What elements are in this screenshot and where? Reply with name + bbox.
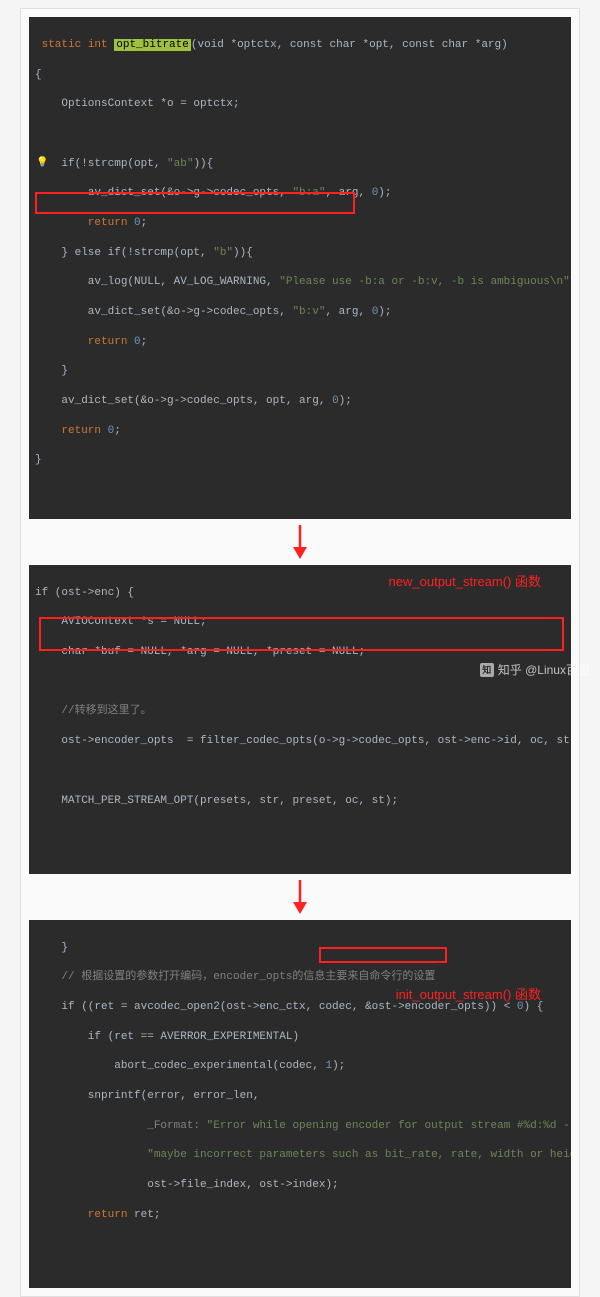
code-line: return ret; bbox=[35, 1208, 563, 1223]
code-line: if ((ret = avcodec_open2(ost->enc_ctx, c… bbox=[35, 1000, 563, 1015]
code: _Format: bbox=[35, 1120, 207, 1132]
string: "Please use -b:a or -b:v, -b is ambiguou… bbox=[279, 276, 569, 288]
string: "b:v" bbox=[292, 306, 325, 318]
params: (void *optctx, const char *opt, const ch… bbox=[191, 39, 508, 51]
string: "b" bbox=[213, 247, 233, 259]
number: 0 bbox=[517, 1001, 524, 1013]
code: if(!strcmp(opt, bbox=[35, 158, 167, 170]
code: av_dict_set(&o->g->codec_opts, bbox=[35, 306, 292, 318]
code-block-3: } // 根据设置的参数打开编码，encoder_opts的信息主要来自命令行的… bbox=[29, 920, 571, 1288]
code: av_log(NULL, AV_LOG_WARNING, bbox=[35, 276, 279, 288]
code-line: AVIOContext *s = NULL; bbox=[35, 615, 563, 630]
keyword: static bbox=[42, 39, 82, 51]
code-line: } bbox=[35, 364, 563, 379]
watermark-text: 知乎 @Linux百里 bbox=[498, 661, 590, 678]
number: 1 bbox=[325, 1060, 332, 1072]
code: av_dict_set(&o->g->codec_opts, opt, arg, bbox=[35, 395, 332, 407]
code-line: char *buf = NULL, *arg = NULL, *preset =… bbox=[35, 645, 563, 660]
code: if ((ret = avcodec_open2(ost->enc_ctx, c… bbox=[35, 1001, 365, 1013]
code: , arg, bbox=[325, 187, 371, 199]
code: ; bbox=[154, 1209, 161, 1221]
code-line: _Format: "Error while opening encoder fo… bbox=[35, 1119, 563, 1134]
code-line: { bbox=[35, 68, 563, 83]
code-line: snprintf(error, error_len, bbox=[35, 1089, 563, 1104]
arrow-down-icon bbox=[290, 880, 310, 914]
bulb-icon: 💡 bbox=[36, 157, 48, 171]
code-line: ost->encoder_opts = filter_codec_opts(o-… bbox=[35, 734, 563, 749]
code: ) { bbox=[524, 1001, 544, 1013]
code-line: return 0; bbox=[35, 216, 563, 231]
code-line: return 0; bbox=[35, 424, 563, 439]
code: ; bbox=[141, 336, 148, 348]
code: )) < bbox=[484, 1001, 517, 1013]
keyword: return bbox=[35, 217, 134, 229]
code-line-comment: // 根据设置的参数打开编码，encoder_opts的信息主要来自命令行的设置 bbox=[35, 970, 563, 985]
keyword: return bbox=[35, 1209, 134, 1221]
code: ); bbox=[378, 187, 391, 199]
code: ; bbox=[114, 425, 121, 437]
code-line: "maybe incorrect parameters such as bit_… bbox=[35, 1148, 563, 1163]
code-line: abort_codec_experimental(codec, 1); bbox=[35, 1059, 563, 1074]
code-line: av_log(NULL, AV_LOG_WARNING, "Please use… bbox=[35, 275, 563, 290]
code: av_dict_set(&o->g->codec_opts, bbox=[35, 187, 292, 199]
code-line: return 0; bbox=[35, 335, 563, 350]
code: ); bbox=[332, 1060, 345, 1072]
string: "Error while opening encoder for output … bbox=[207, 1120, 571, 1132]
code: )){ bbox=[193, 158, 213, 170]
code-block-1: static int opt_bitrate(void *optctx, con… bbox=[29, 17, 571, 519]
keyword: return bbox=[35, 425, 108, 437]
code: ); bbox=[339, 395, 352, 407]
code: )){ bbox=[233, 247, 253, 259]
code-line: if (ret == AVERROR_EXPERIMENTAL) bbox=[35, 1030, 563, 1045]
code-line: } else if(!strcmp(opt, "b")){ bbox=[35, 246, 563, 261]
string: "ab" bbox=[167, 158, 193, 170]
code-line: } bbox=[35, 453, 563, 468]
code: abort_codec_experimental(codec, bbox=[35, 1060, 325, 1072]
code: ; bbox=[141, 217, 148, 229]
code-line bbox=[35, 127, 563, 142]
watermark: 知 知乎 @Linux百里 bbox=[480, 661, 590, 678]
code: ret bbox=[134, 1209, 154, 1221]
code-line: av_dict_set(&o->g->codec_opts, "b:v", ar… bbox=[35, 305, 563, 320]
function-name-highlight: opt_bitrate bbox=[114, 39, 191, 51]
arrow-down-icon bbox=[290, 525, 310, 559]
code-line: OptionsContext *o = optctx; bbox=[35, 97, 563, 112]
code: ); bbox=[378, 306, 391, 318]
code-line-comment: //转移到这里了。 bbox=[35, 704, 563, 719]
diagram-frame: static int opt_bitrate(void *optctx, con… bbox=[20, 8, 580, 1297]
number: 0 bbox=[332, 395, 339, 407]
code-line: MATCH_PER_STREAM_OPT(presets, str, prese… bbox=[35, 794, 563, 809]
code: &ost->encoder_opts bbox=[365, 1001, 484, 1013]
code-line: } bbox=[35, 941, 563, 956]
number: 0 bbox=[134, 336, 141, 348]
type: int bbox=[88, 39, 108, 51]
code-line: static int opt_bitrate(void *optctx, con… bbox=[35, 38, 563, 53]
code-line: ost->file_index, ost->index); bbox=[35, 1178, 563, 1193]
code-line: 💡 if(!strcmp(opt, "ab")){ bbox=[35, 157, 563, 172]
number: 0 bbox=[134, 217, 141, 229]
zhihu-icon: 知 bbox=[480, 663, 494, 677]
code-line: av_dict_set(&o->g->codec_opts, "b:a", ar… bbox=[35, 186, 563, 201]
code-line: if (ost->enc) { bbox=[35, 586, 563, 601]
code-block-2: if (ost->enc) { AVIOContext *s = NULL; c… bbox=[29, 565, 571, 874]
keyword: return bbox=[35, 336, 134, 348]
code: ); bbox=[570, 276, 571, 288]
code: , arg, bbox=[325, 306, 371, 318]
string: "b:a" bbox=[292, 187, 325, 199]
code: } else if(!strcmp(opt, bbox=[35, 247, 213, 259]
code-line: av_dict_set(&o->g->codec_opts, opt, arg,… bbox=[35, 394, 563, 409]
code-line bbox=[35, 764, 563, 779]
